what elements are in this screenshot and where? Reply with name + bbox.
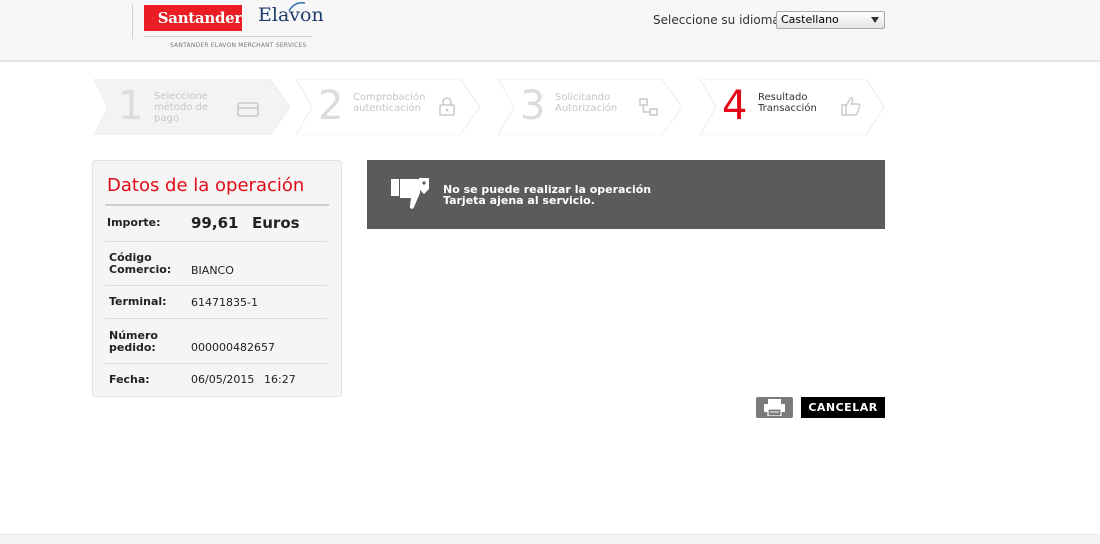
date-value: 06/05/2015 (191, 373, 255, 386)
footer-bar (0, 534, 1100, 544)
error-message-detail: Tarjeta ajena al servicio. (443, 194, 595, 207)
thumbs-up-icon (841, 97, 861, 116)
santander-flame-icon (152, 17, 153, 19)
row-divider (105, 241, 327, 242)
time-value: 16:27 (264, 373, 296, 386)
amount-label: Importe: (107, 216, 161, 229)
thumbs-down-icon (391, 178, 429, 209)
row-divider (105, 318, 327, 319)
panel-title: Datos de la operación (107, 175, 305, 196)
step-1-label: Seleccione método de pago (154, 91, 209, 124)
lock-icon (439, 97, 455, 116)
logo-underline (144, 36, 312, 37)
print-button[interactable] (756, 397, 793, 418)
santander-brand: Santander (157, 9, 243, 27)
printer-icon (764, 399, 785, 416)
merchant-code-label: Código Comercio: (109, 251, 172, 276)
date-label: Fecha: (109, 373, 150, 386)
step-3: 3 Solicitando Autorización (498, 79, 682, 135)
step-3-number: 3 (520, 83, 546, 129)
amount-value: 99,61 (191, 214, 239, 232)
cancel-button[interactable]: CANCELAR (801, 397, 885, 418)
terminal-value: 61471835-1 (191, 296, 258, 309)
step-4-label: Resultado Transacción (758, 92, 817, 114)
error-message-box: No se puede realizar la operación Tarjet… (367, 160, 885, 229)
network-icon (639, 98, 658, 116)
row-divider (105, 363, 327, 364)
step-3-label: Solicitando Autorización (555, 92, 618, 114)
elavon-swoosh-icon (288, 2, 306, 12)
order-number-value: 000000482657 (191, 341, 275, 354)
step-4: 4 Resultado Transacción (700, 79, 886, 135)
header: Santander Elavon SANTANDER ELAVON MERCHA… (0, 0, 1100, 62)
step-1-number: 1 (118, 83, 144, 129)
language-selected-value: Castellano (781, 13, 839, 26)
dropdown-arrow-icon (871, 17, 879, 23)
language-label: Seleccione su idioma (653, 13, 780, 27)
operation-details-panel: Datos de la operación Importe: 99,61 Eur… (92, 160, 342, 397)
amount-currency: Euros (252, 214, 300, 232)
row-divider (105, 285, 327, 286)
santander-logo: Santander (144, 5, 242, 31)
order-number-label: Número pedido: (109, 329, 158, 354)
step-2: 2 Comprobación autenticación (296, 79, 480, 135)
logo-divider (132, 5, 133, 39)
terminal-label: Terminal: (109, 295, 167, 308)
panel-title-divider (105, 204, 329, 206)
merchant-code-value: BIANCO (191, 264, 234, 277)
merchant-services-tagline: SANTANDER ELAVON MERCHANT SERVICES (170, 42, 307, 49)
language-select[interactable]: Castellano (776, 11, 885, 29)
step-4-number: 4 (722, 83, 748, 129)
step-1: 1 Seleccione método de pago (94, 79, 290, 135)
step-2-label: Comprobación autenticación (353, 92, 426, 114)
step-2-number: 2 (318, 83, 344, 129)
card-icon (237, 102, 259, 117)
